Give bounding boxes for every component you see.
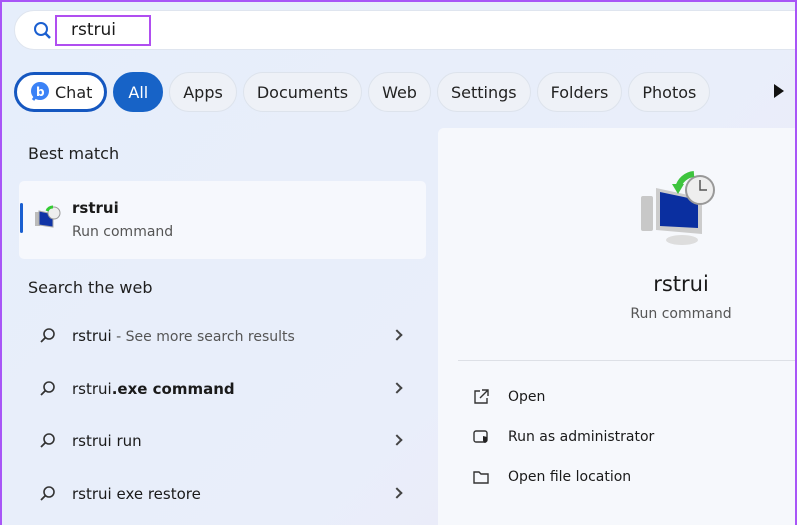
detail-title: rstrui — [653, 272, 709, 296]
search-icon — [40, 328, 55, 343]
web-result-item[interactable]: rstrui exe restore — [19, 471, 426, 521]
chip-photos[interactable]: Photos — [628, 72, 711, 112]
system-restore-icon — [641, 171, 715, 245]
action-run-as-admin[interactable]: Run as administrator — [472, 428, 654, 446]
chip-documents[interactable]: Documents — [242, 72, 363, 112]
search-panel: rstrui b Chat All Apps Documents Web Sett… — [2, 2, 795, 525]
detail-pane: rstrui Run command Open Run as administr… — [438, 128, 795, 525]
best-match-heading: Best match — [28, 144, 120, 163]
search-web-heading: Search the web — [28, 278, 153, 297]
action-open[interactable]: Open — [472, 388, 545, 406]
search-box[interactable]: rstrui — [14, 10, 795, 50]
bing-chat-icon: b — [31, 82, 49, 101]
detail-subtitle: Run command — [630, 306, 732, 322]
best-match-title: rstrui — [72, 199, 119, 217]
search-icon — [40, 381, 55, 396]
more-chips-arrow-icon[interactable] — [774, 84, 784, 98]
chevron-right-icon — [391, 487, 403, 499]
chevron-right-icon — [391, 329, 403, 341]
action-open-file-location[interactable]: Open file location — [472, 468, 631, 486]
svg-text:b: b — [36, 85, 45, 99]
chevron-right-icon — [391, 382, 403, 394]
search-icon — [40, 486, 55, 501]
chip-folders[interactable]: Folders — [536, 72, 623, 112]
chip-apps[interactable]: Apps — [169, 72, 237, 112]
best-match-item[interactable]: rstrui Run command — [19, 181, 426, 259]
search-input[interactable]: rstrui — [55, 15, 151, 46]
web-result-item[interactable]: rstrui run — [19, 418, 426, 468]
shield-icon — [473, 430, 488, 443]
best-match-subtitle: Run command — [72, 224, 174, 240]
divider — [458, 360, 795, 361]
chip-all[interactable]: All — [113, 72, 164, 112]
selection-indicator — [20, 203, 23, 233]
filter-chips: b Chat All Apps Documents Web Settings Fo… — [14, 72, 711, 112]
web-result-item[interactable]: rstrui.exe command — [19, 366, 426, 416]
chip-chat[interactable]: b Chat — [14, 72, 108, 112]
chip-web[interactable]: Web — [368, 72, 431, 112]
search-icon — [34, 22, 51, 39]
open-external-icon — [474, 389, 489, 404]
search-icon — [40, 433, 55, 448]
system-restore-icon — [35, 205, 61, 228]
folder-icon — [473, 471, 489, 484]
chip-settings[interactable]: Settings — [436, 72, 531, 112]
chevron-right-icon — [391, 434, 403, 446]
web-result-item[interactable]: rstrui - See more search results — [19, 313, 426, 363]
